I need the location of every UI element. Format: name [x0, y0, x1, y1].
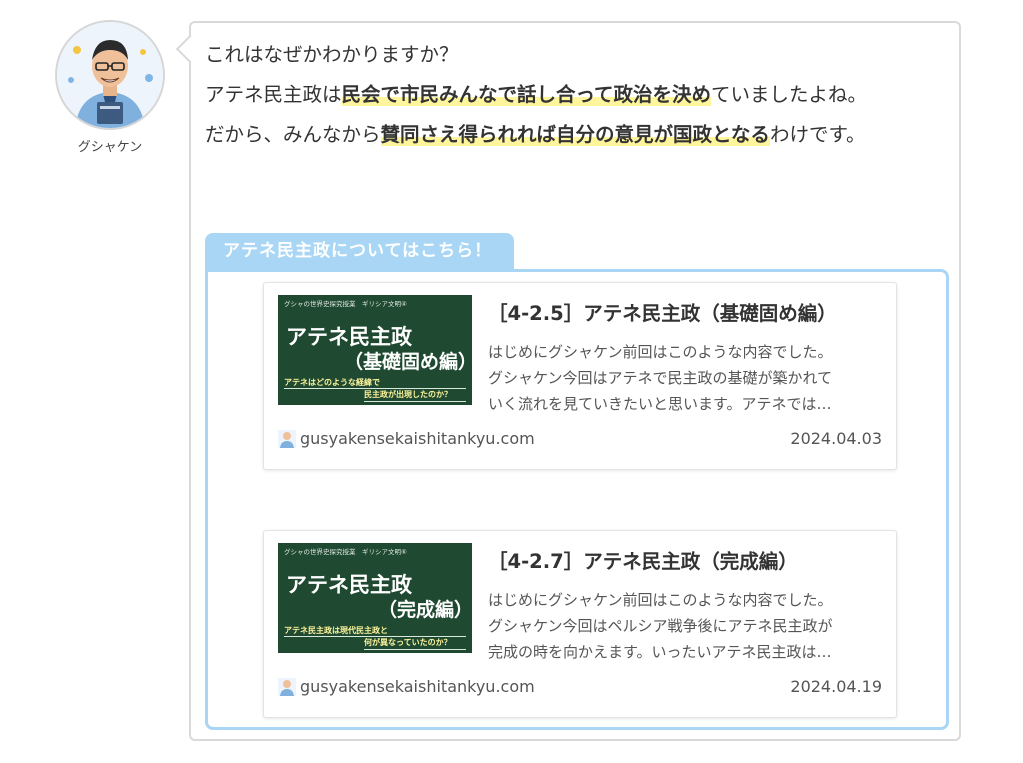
bubble-tail	[175, 34, 205, 64]
site-domain: gusyakensekaishitankyu.com	[300, 677, 535, 696]
excerpt-line: はじめにグシャケン前回はこのような内容でした。	[488, 343, 833, 361]
card-excerpt: はじめにグシャケン前回はこのような内容でした。 グシャケン今回はペルシア戦争後に…	[488, 587, 888, 665]
thumb-underline	[284, 388, 466, 389]
thumb-note: 民主政が出現したのか？	[364, 390, 452, 399]
bubble-line-text: わけです。	[769, 123, 866, 146]
site-favicon-icon	[278, 429, 296, 448]
blog-card[interactable]: グシャの世界史探究授業 ギリシア文明⑥ アテネ民主政 （完成編） アテネ民主政は…	[263, 530, 897, 718]
thumb-series: グシャの世界史探究授業 ギリシア文明④	[284, 300, 407, 308]
card-excerpt: はじめにグシャケン前回はこのような内容でした。 グシャケン今回はアテネで民主政の…	[488, 339, 888, 417]
card-site: gusyakensekaishitankyu.com	[278, 677, 535, 696]
card-title-link[interactable]: ［4-2.7］アテネ民主政（完成編）	[488, 545, 798, 574]
blog-card[interactable]: グシャの世界史探究授業 ギリシア文明④ アテネ民主政 （基礎固め編） アテネはど…	[263, 282, 897, 470]
related-box: グシャの世界史探究授業 ギリシア文明④ アテネ民主政 （基礎固め編） アテネはど…	[205, 269, 949, 730]
bubble-line-3: だから、みんなから賛同さえ得られれば自分の意見が国政となるわけです。	[205, 115, 953, 155]
thumb-subtitle: （基礎固め編）	[344, 351, 472, 373]
thumb-note: 何が異なっていたのか？	[364, 638, 452, 647]
thumb-underline	[364, 401, 466, 402]
card-thumbnail[interactable]: グシャの世界史探究授業 ギリシア文明④ アテネ民主政 （基礎固め編） アテネはど…	[278, 295, 472, 405]
excerpt-line: 完成の時を向かえます。いったいアテネ民主政は…	[488, 643, 832, 661]
thumb-underline	[364, 649, 466, 650]
author-block: グシャケン	[50, 20, 170, 155]
card-thumbnail[interactable]: グシャの世界史探究授業 ギリシア文明⑥ アテネ民主政 （完成編） アテネ民主政は…	[278, 543, 472, 653]
thumb-subtitle: （完成編）	[378, 599, 472, 621]
site-favicon-icon	[278, 677, 296, 696]
bubble-line-2: アテネ民主政は民会で市民みんなで話し合って政治を決めていましたよね。	[205, 75, 953, 115]
speech-bubble: これはなぜかわかりますか？ アテネ民主政は民会で市民みんなで話し合って政治を決め…	[175, 21, 961, 741]
excerpt-line: いく流れを見ていきたいと思います。アテネでは…	[488, 395, 832, 413]
thumb-series: グシャの世界史探究授業 ギリシア文明⑥	[284, 548, 407, 556]
avatar-illustration-icon	[57, 22, 163, 128]
bubble-line-text: アテネ民主政は	[205, 83, 342, 106]
bubble-text: これはなぜかわかりますか？ アテネ民主政は民会で市民みんなで話し合って政治を決め…	[205, 35, 953, 155]
card-date: 2024.04.03	[790, 429, 882, 448]
card-title-link[interactable]: ［4-2.5］アテネ民主政（基礎固め編）	[488, 297, 837, 326]
excerpt-line: グシャケン今回はペルシア戦争後にアテネ民主政が	[488, 617, 833, 635]
related-box-label: アテネ民主政についてはこちら！	[205, 233, 515, 269]
bubble-line-text: これはなぜかわかりますか？	[205, 43, 459, 66]
excerpt-line: グシャケン今回はアテネで民主政の基礎が築かれて	[488, 369, 833, 387]
highlighted-text: 民会で市民みんなで話し合って政治を決め	[341, 83, 712, 106]
card-date: 2024.04.19	[790, 677, 882, 696]
bubble-line-text: だから、みんなから	[205, 123, 381, 146]
card-site: gusyakensekaishitankyu.com	[278, 429, 535, 448]
bubble-line-text: ていましたよね。	[711, 83, 868, 106]
site-domain: gusyakensekaishitankyu.com	[300, 429, 535, 448]
highlighted-text: 賛同さえ得られれば自分の意見が国政となる	[380, 123, 770, 146]
author-name: グシャケン	[77, 140, 143, 155]
avatar	[55, 20, 165, 130]
bubble-line-1: これはなぜかわかりますか？	[205, 35, 953, 75]
thumb-underline	[284, 636, 466, 637]
excerpt-line: はじめにグシャケン前回はこのような内容でした。	[488, 591, 833, 609]
